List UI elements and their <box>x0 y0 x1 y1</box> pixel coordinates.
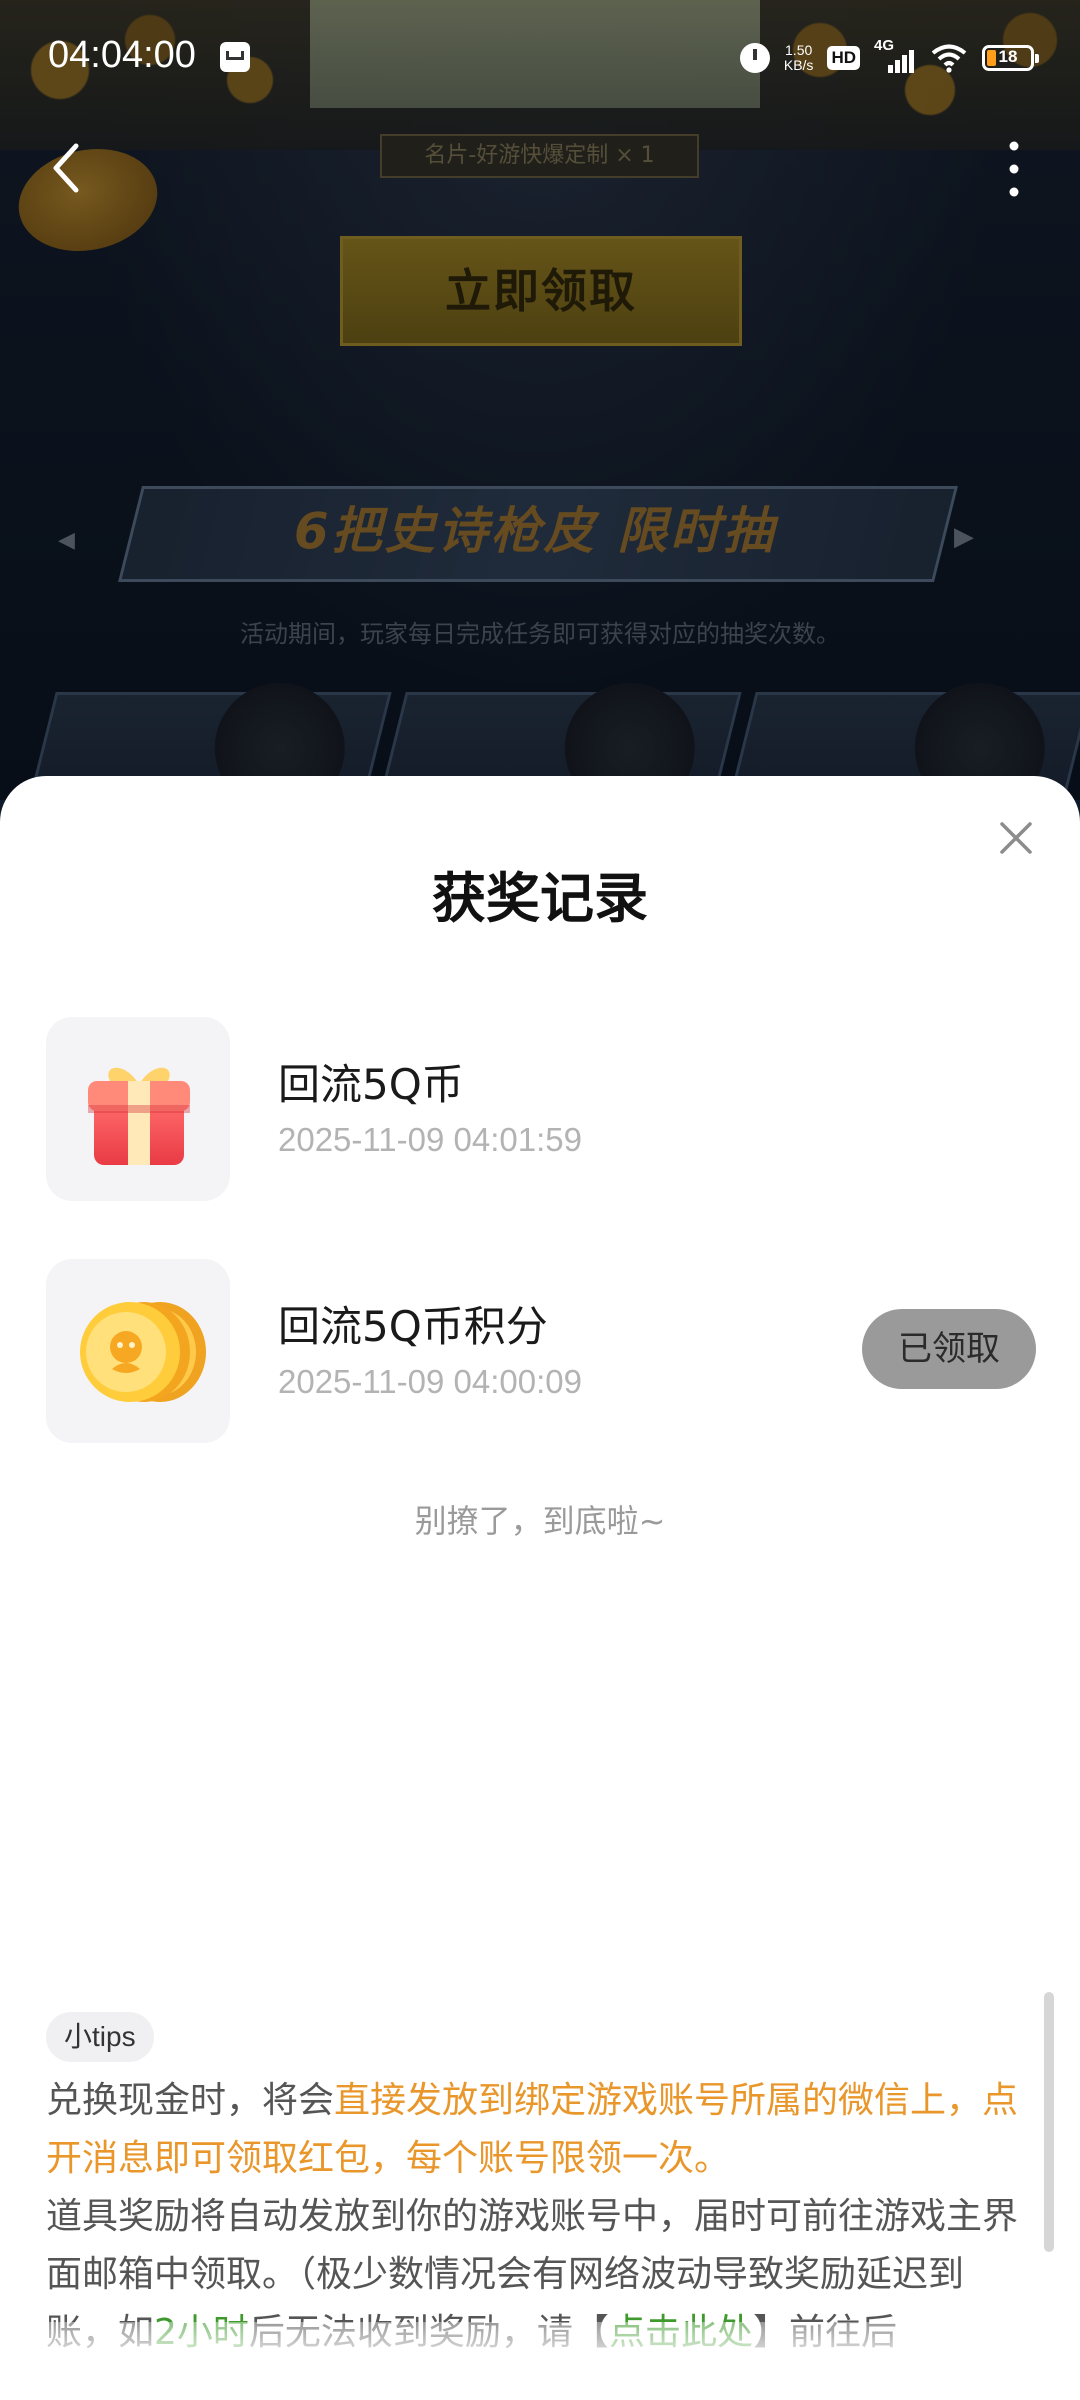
notification-box-icon <box>220 42 250 72</box>
tips-badge: 小tips <box>46 2012 154 2062</box>
sheet-scrollbar[interactable] <box>1044 1992 1054 2252</box>
claimed-button[interactable]: 已领取 <box>862 1309 1036 1389</box>
status-time: 04:04:00 <box>48 34 196 76</box>
record-item: 回流5Q币 2025-11-09 04:01:59 <box>46 1017 1046 1201</box>
back-arrow-icon[interactable] <box>44 138 92 198</box>
alarm-icon <box>739 43 770 73</box>
network-type: 4G <box>874 37 895 54</box>
network-speed-value: 1.50 <box>785 42 813 58</box>
q-coins-icon <box>80 1302 206 1402</box>
network-speed-unit: KB/s <box>783 57 814 73</box>
record-item: 回流5Q币积分 2025-11-09 04:00:09 已领取 <box>46 1259 1046 1443</box>
tips-line1-prefix: 兑换现金时，将会 <box>46 2080 335 2121</box>
status-bar: 04:04:00 1.50 KB/s HD 4G 18 <box>0 0 1080 116</box>
battery-level: 18 <box>998 47 1018 66</box>
close-icon[interactable] <box>996 818 1036 858</box>
award-records-sheet: 获奖记录 回流5Q币 2025-11-09 04:01:59 回流5Q币积分 2… <box>0 776 1080 2400</box>
more-options-icon[interactable] <box>996 138 1032 200</box>
network-speed: 1.50 KB/s <box>784 43 814 73</box>
wifi-icon <box>931 44 967 73</box>
sheet-title: 获奖记录 <box>432 869 648 929</box>
list-end-text: 别撩了，到底啦~ <box>414 1502 666 1540</box>
record-thumbnail <box>46 1259 230 1443</box>
bottom-fade <box>0 2322 1080 2400</box>
tips-content: 兑换现金时，将会直接发放到绑定游戏账号所属的微信上，点开消息即可领取红包，每个账… <box>46 2072 1032 2362</box>
signal-icon: 4G <box>874 37 916 73</box>
record-time: 2025-11-09 04:00:09 <box>278 1363 582 1400</box>
background-activity-page: 名片-好游快爆定制 × 1 立即领取 6把史诗枪皮 限时抽 ◀ ▶ 活动期间，玩… <box>0 0 1080 800</box>
modal-overlay[interactable] <box>0 0 1080 800</box>
record-thumbnail <box>46 1017 230 1201</box>
hd-icon: HD <box>827 46 860 70</box>
battery-icon: 18 <box>982 45 1039 71</box>
record-time: 2025-11-09 04:01:59 <box>278 1121 582 1158</box>
record-name: 回流5Q币积分 <box>278 1302 548 1351</box>
record-name: 回流5Q币 <box>278 1060 464 1109</box>
gift-icon <box>88 1067 190 1165</box>
